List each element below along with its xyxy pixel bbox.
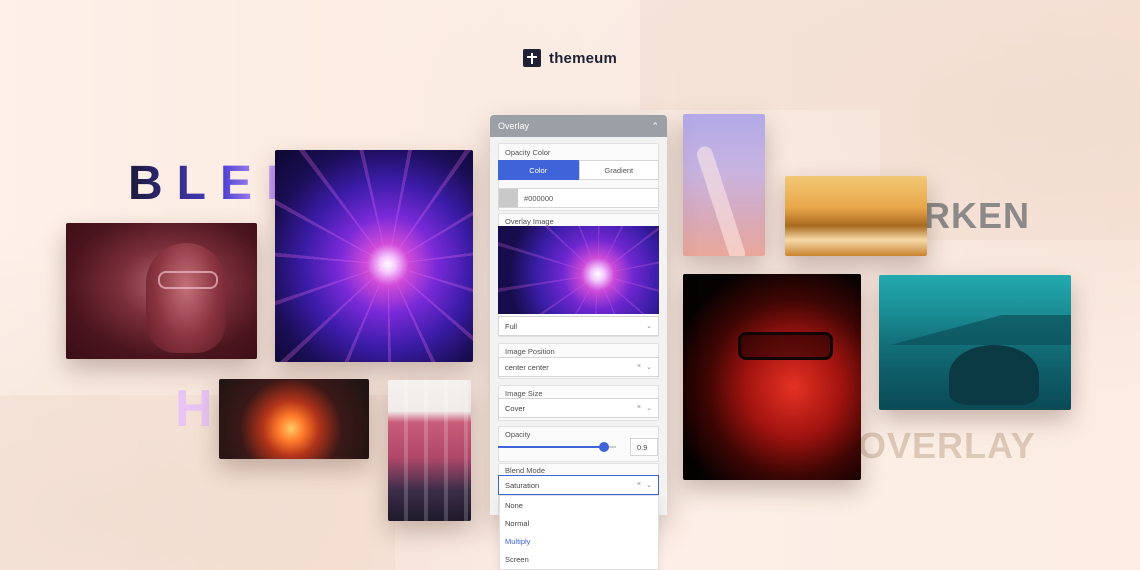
photo-girls-back — [388, 380, 471, 521]
opacity-slider[interactable] — [498, 442, 616, 452]
overlay-image-preview[interactable] — [498, 226, 659, 314]
overlay-image-label: Overlay Image — [505, 217, 554, 226]
overlay-panel-header[interactable]: Overlay ⌃ — [490, 115, 667, 137]
photo-glasses — [158, 271, 218, 289]
blend-option-none[interactable]: None — [500, 496, 658, 514]
chevron-down-icon[interactable]: ⌄ — [646, 481, 652, 489]
blend-mode-dropdown: None Normal Multiply Screen — [499, 495, 659, 570]
overlay-panel: Overlay ⌃ Opacity Color Color Gradient #… — [490, 115, 667, 515]
chevron-down-icon[interactable]: ⌄ — [646, 404, 652, 412]
close-icon[interactable]: × — [637, 404, 641, 412]
image-position-value: center center — [505, 362, 549, 372]
color-swatch[interactable] — [499, 189, 518, 207]
blend-option-screen[interactable]: Screen — [500, 550, 658, 568]
overlay-image-size-value: Full — [505, 321, 518, 331]
photo-desert — [785, 176, 927, 256]
photo-mountains — [879, 315, 1071, 345]
blend-option-normal[interactable]: Normal — [500, 514, 658, 532]
brand-name: themeum — [549, 49, 618, 67]
photo-face — [146, 243, 226, 353]
blend-mode-select[interactable]: Saturation × ⌄ — [498, 475, 659, 495]
photo-plasma-ball — [275, 150, 473, 362]
photo-boat — [949, 345, 1039, 405]
image-size-value: Cover — [505, 403, 526, 413]
opacity-slider-fill — [498, 446, 605, 448]
photo-campfire — [219, 379, 369, 459]
tab-gradient[interactable]: Gradient — [578, 160, 659, 180]
themeum-logo: themeum — [523, 49, 617, 67]
image-size-select[interactable]: Cover × ⌄ — [498, 398, 659, 418]
blend-option-multiply[interactable]: Multiply — [500, 532, 658, 550]
color-picker[interactable]: #000000 — [498, 188, 659, 208]
background-photo-top — [640, 0, 880, 110]
close-icon[interactable]: × — [637, 363, 641, 371]
color-hex-value[interactable]: #000000 — [518, 189, 553, 207]
blend-mode-label: Blend Mode — [505, 466, 546, 475]
photo-man-red-light — [683, 274, 861, 480]
chevron-up-icon[interactable]: ⌃ — [651, 121, 659, 132]
chevron-down-icon[interactable]: ⌄ — [646, 363, 652, 371]
tab-color[interactable]: Color — [498, 160, 579, 180]
color-type-toggle: Color Gradient — [498, 160, 659, 180]
blend-mode-value: Saturation — [505, 480, 540, 490]
photo-woman-glasses — [66, 223, 257, 359]
opacity-input[interactable]: 0.9 — [630, 438, 658, 456]
photo-lake-boat — [879, 275, 1071, 410]
photo-hands-sneaker — [683, 114, 765, 256]
themeum-logo-icon — [523, 49, 541, 67]
close-icon[interactable]: × — [637, 481, 641, 489]
opacity-label: Opacity — [505, 430, 531, 439]
image-size-label: Image Size — [505, 389, 543, 398]
chevron-down-icon[interactable]: ⌄ — [646, 322, 652, 330]
image-position-select[interactable]: center center × ⌄ — [498, 357, 659, 377]
overlay-image-size-select[interactable]: Full ⌄ — [498, 316, 659, 336]
photo-arm — [694, 144, 748, 256]
photo-sunglasses — [738, 332, 833, 360]
word-overlay: OVERLAY — [858, 425, 1036, 466]
opacity-color-label: Opacity Color — [505, 148, 551, 157]
image-position-label: Image Position — [505, 347, 555, 356]
panel-title: Overlay — [498, 121, 530, 131]
